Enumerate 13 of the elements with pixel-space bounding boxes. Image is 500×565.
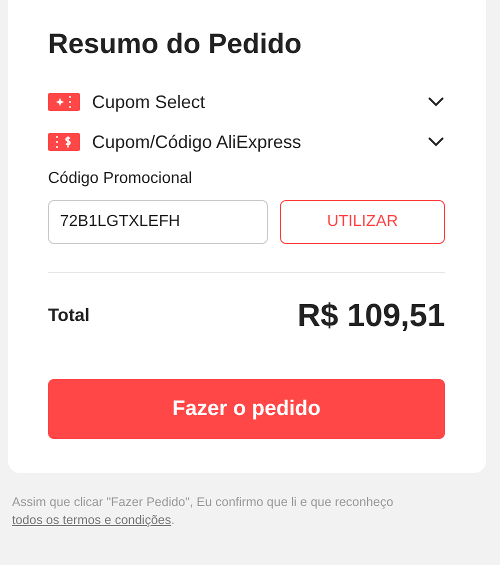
total-amount: R$ 109,51: [297, 296, 445, 334]
summary-title: Resumo do Pedido: [48, 28, 303, 60]
ticket-icon: [48, 133, 80, 151]
terms-link[interactable]: todos os termos e condições: [12, 513, 172, 527]
coupon-option[interactable]: Cupom/Código AliExpress: [92, 132, 427, 152]
promo-code-label: Código Promocional: [48, 170, 194, 188]
ticket-icon: [48, 93, 80, 111]
chevron-down-icon[interactable]: [427, 136, 445, 148]
total-label: Total: [48, 304, 90, 326]
chevron-down-icon[interactable]: [427, 96, 445, 108]
promo-code-field[interactable]: 72B1LGTXLEFH: [48, 200, 268, 244]
coupon-option[interactable]: Cupom Select: [92, 92, 427, 112]
terms-notice: Assim que clicar "Fazer Pedido", Eu confirmo que li e que reconheço todos os termos e condições.: [12, 494, 394, 529]
